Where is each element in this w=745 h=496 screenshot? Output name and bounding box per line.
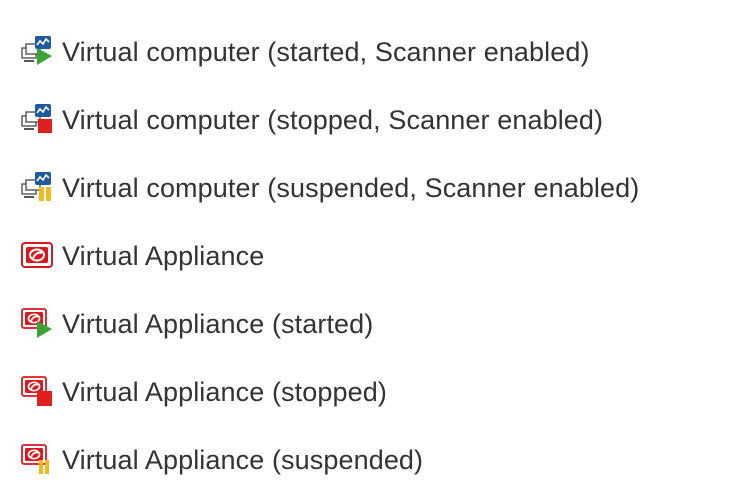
legend-item-virtual-appliance-suspended: Virtual Appliance (suspended) [20,426,740,494]
virtual-appliance-icon [20,238,60,274]
legend-item-virtual-computer-started: Virtual computer (started, Scanner enabl… [20,18,740,86]
legend-item-label: Virtual Appliance (stopped) [62,377,387,407]
legend-item-virtual-appliance-stopped: Virtual Appliance (stopped) [20,358,740,426]
legend-item-virtual-appliance-started: Virtual Appliance (started) [20,290,740,358]
legend-item-virtual-computer-suspended: Virtual computer (suspended, Scanner ena… [20,154,740,222]
icon-legend: Virtual computer (started, Scanner enabl… [20,18,740,494]
virtual-appliance-stopped-icon [20,374,60,410]
virtual-computer-started-scanner-icon [20,34,60,70]
legend-item-label: Virtual Appliance (started) [62,309,374,339]
legend-item-virtual-appliance: Virtual Appliance [20,222,740,290]
legend-item-label: Virtual computer (stopped, Scanner enabl… [62,105,604,135]
virtual-appliance-suspended-icon [20,442,60,478]
virtual-computer-stopped-scanner-icon [20,102,60,138]
virtual-computer-suspended-scanner-icon [20,170,60,206]
legend-item-label: Virtual Appliance (suspended) [62,445,424,475]
legend-item-virtual-computer-stopped: Virtual computer (stopped, Scanner enabl… [20,86,740,154]
legend-item-label: Virtual computer (started, Scanner enabl… [62,37,590,67]
legend-item-label: Virtual Appliance [62,241,265,271]
legend-item-label: Virtual computer (suspended, Scanner ena… [62,173,640,203]
virtual-appliance-started-icon [20,306,60,342]
